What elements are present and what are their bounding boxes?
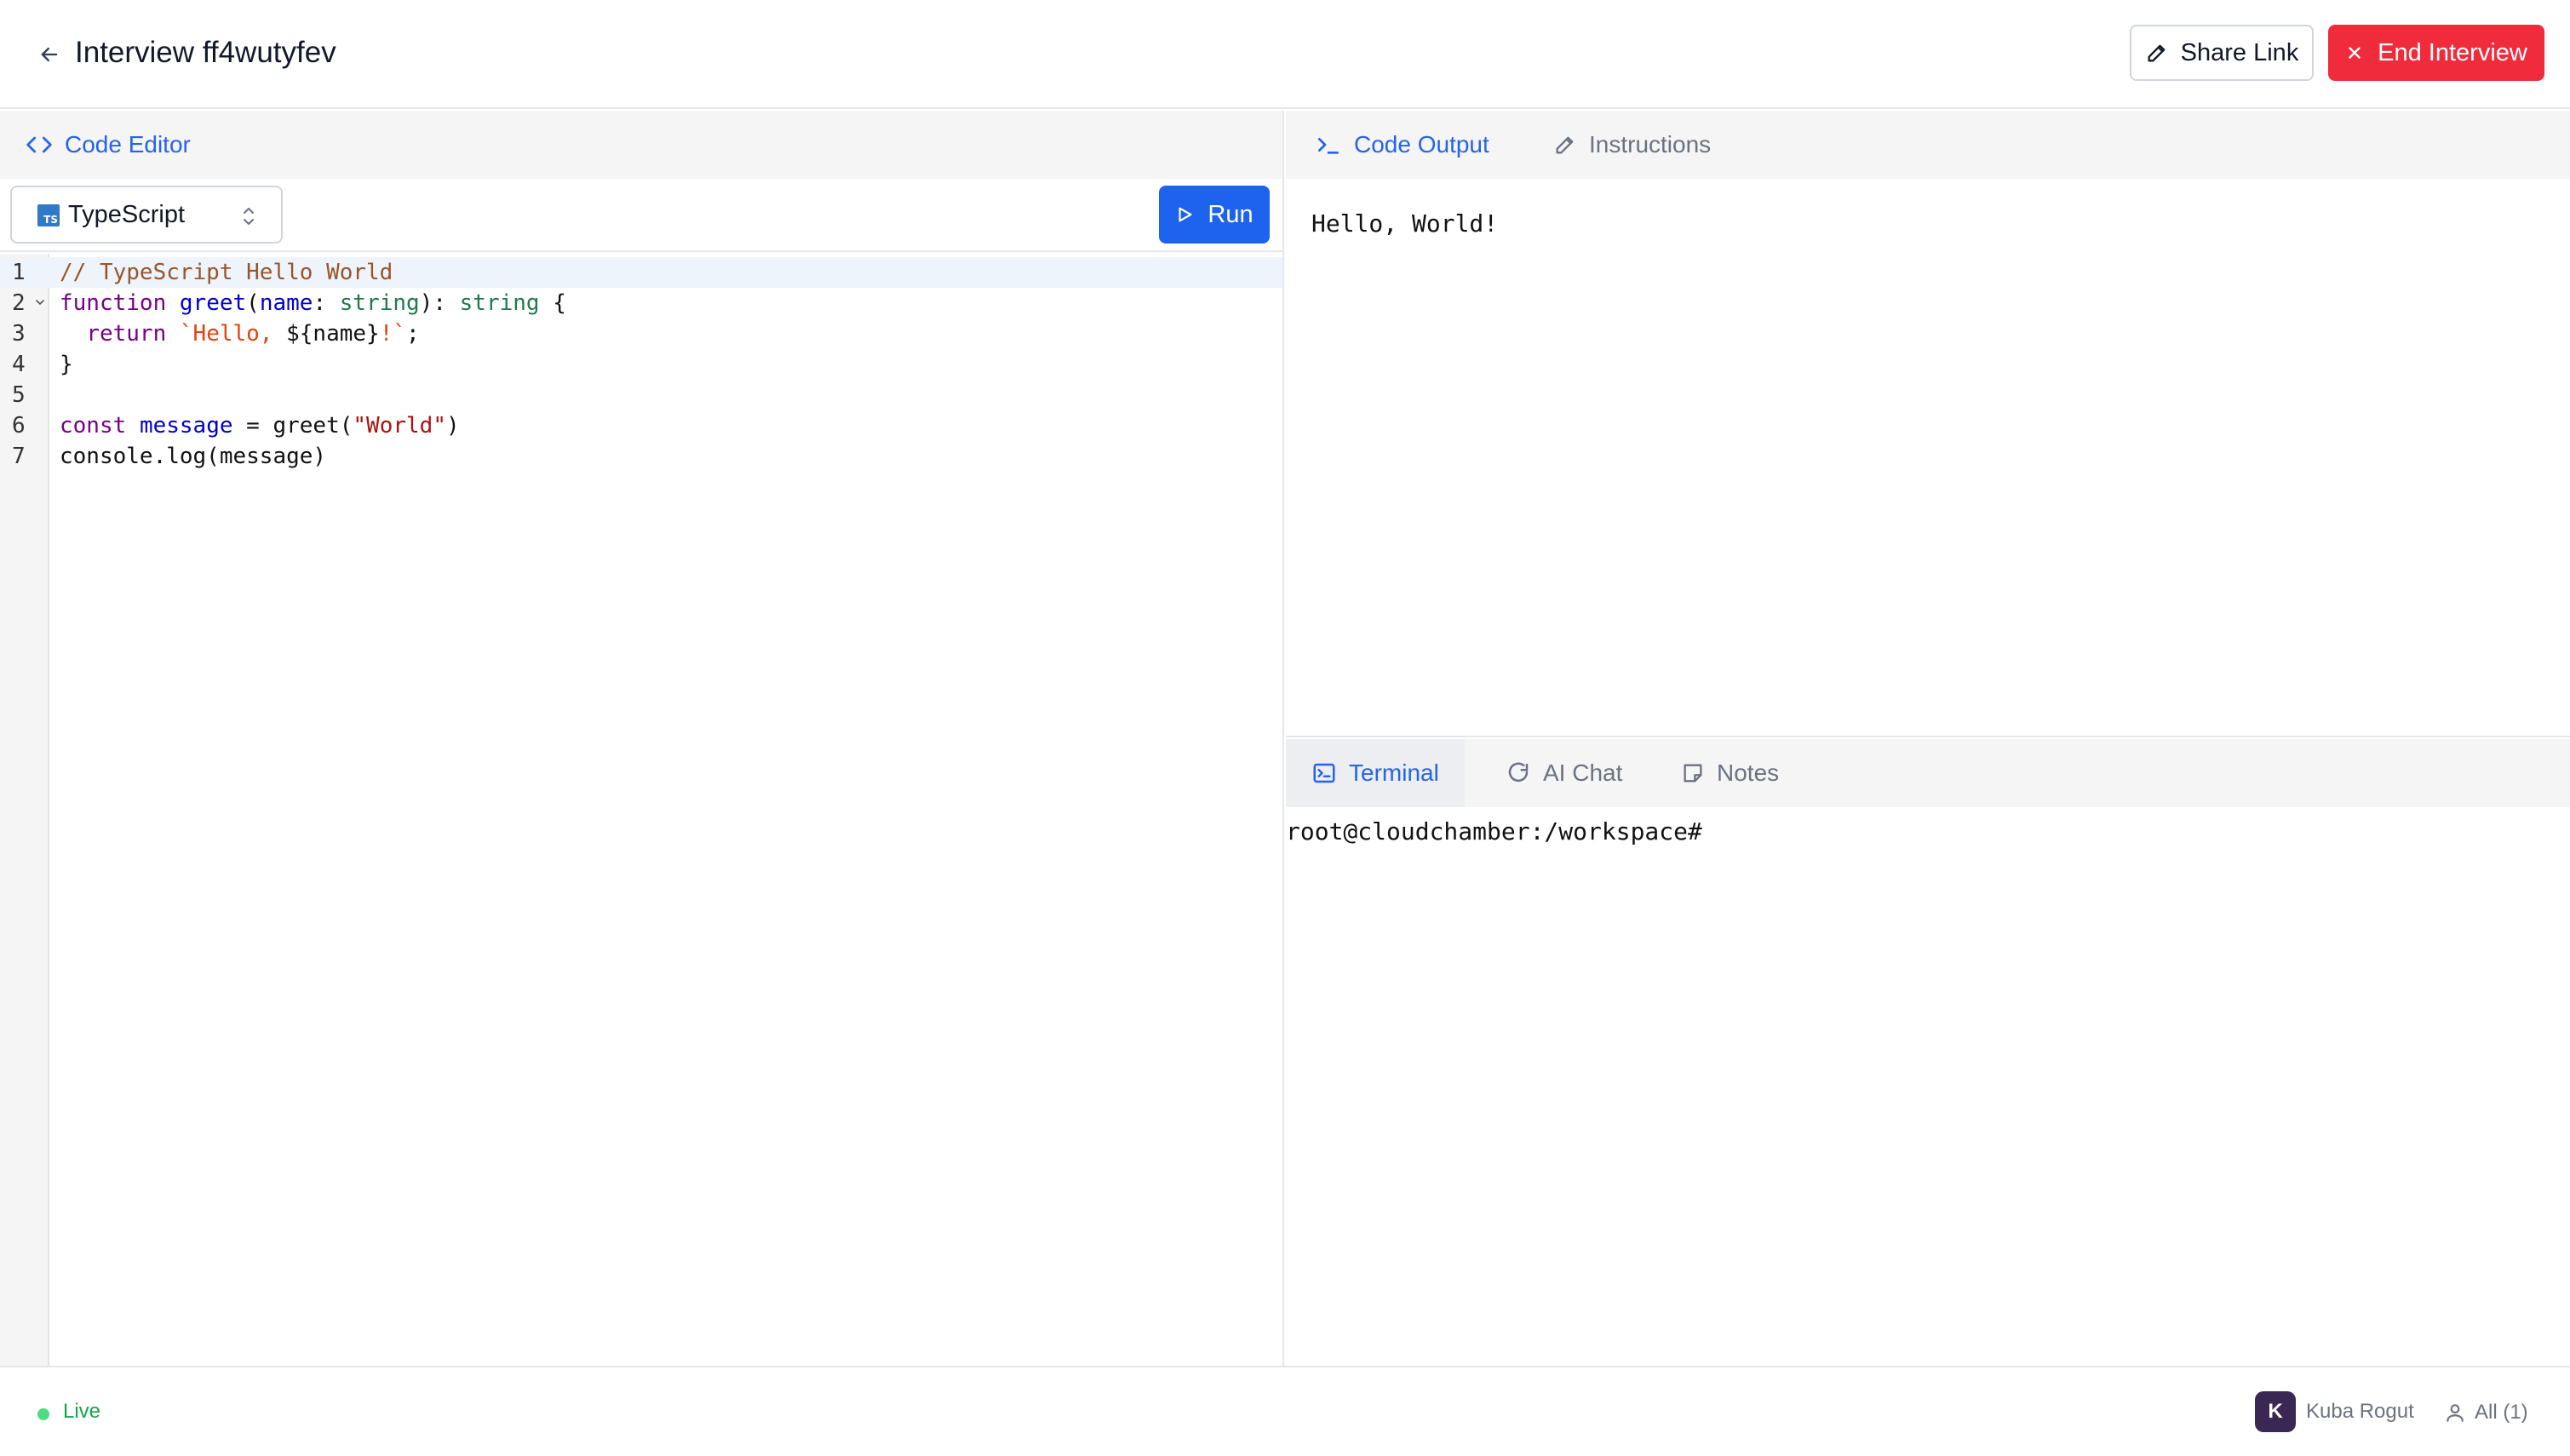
- code-line: 5: [0, 380, 1282, 410]
- code-token: {: [539, 290, 566, 316]
- code-token: "World": [353, 413, 446, 439]
- line-number: 4: [12, 352, 26, 377]
- code-line: 7 console.log(message): [0, 441, 1282, 472]
- language-select-value: TypeScript: [68, 201, 185, 228]
- tab-code-editor-label: Code Editor: [65, 131, 191, 158]
- code-token: `Hello,: [179, 321, 287, 347]
- sticky-note-icon: [1684, 764, 1702, 782]
- code-text: return `Hello, ${name}!`;: [60, 318, 420, 349]
- language-select[interactable]: TS TypeScript: [10, 186, 283, 244]
- terminal-panel[interactable]: root@cloudchamber:/workspace#: [1286, 807, 2570, 1366]
- tab-code-editor[interactable]: Code Editor: [22, 111, 194, 179]
- code-token: !`: [379, 321, 407, 347]
- code-token: message: [139, 413, 233, 439]
- code-token: const: [60, 413, 127, 439]
- live-indicator-icon: [37, 1408, 49, 1420]
- tab-notes[interactable]: Notes: [1678, 739, 1782, 807]
- terminal-prompt-icon: [1318, 138, 1339, 154]
- participants-button[interactable]: All (1): [2444, 1393, 2528, 1432]
- code-token: function: [60, 290, 167, 316]
- user-icon: [2447, 1404, 2464, 1422]
- line-number: 1: [12, 260, 26, 285]
- tab-terminal[interactable]: Terminal: [1286, 739, 1465, 807]
- run-label: Run: [1208, 200, 1253, 228]
- code-output-panel: Hello, World!: [1286, 179, 2570, 737]
- code-text: // TypeScript Hello World: [60, 257, 393, 288]
- end-interview-label: End Interview: [2378, 38, 2527, 66]
- editor-pane: Code Editor TS TypeScript Run 1 // TypeS…: [0, 111, 1284, 1366]
- share-link-label: Share Link: [2180, 38, 2299, 66]
- chat-refresh-icon: [1508, 762, 1529, 782]
- back-button[interactable]: [32, 37, 66, 72]
- line-number: 5: [12, 382, 26, 408]
- tab-notes-label: Notes: [1717, 760, 1780, 786]
- terminal-prompt: root@cloudchamber:/workspace#: [1286, 817, 1702, 846]
- code-text: }: [60, 352, 73, 377]
- play-icon: [1179, 207, 1192, 222]
- code-brackets-icon: [26, 136, 52, 153]
- code-token: :: [313, 290, 340, 316]
- terminal-square-icon: [1313, 763, 1335, 783]
- code-line: 3 return `Hello, ${name}!`;: [0, 318, 1282, 349]
- code-token: string: [459, 290, 540, 316]
- line-number: 6: [12, 413, 26, 439]
- editor-tab-bar: Code Editor: [0, 111, 1282, 179]
- end-interview-button[interactable]: End Interview: [2328, 25, 2544, 81]
- participants-label: All (1): [2475, 1401, 2528, 1424]
- pencil-icon: [1556, 136, 1574, 154]
- fold-chevron-icon[interactable]: [34, 296, 46, 308]
- code-text: function greet(name: string): string {: [60, 288, 566, 318]
- tab-terminal-label: Terminal: [1349, 760, 1439, 786]
- close-icon: [2349, 47, 2361, 59]
- code-editor[interactable]: 1 // TypeScript Hello World 2 function g…: [0, 254, 1282, 1366]
- code-token: greet: [179, 290, 247, 316]
- code-token: ;: [406, 321, 420, 347]
- tab-instructions[interactable]: Instructions: [1550, 111, 1714, 179]
- output-tab-bar: Code Output Instructions: [1286, 111, 2570, 179]
- line-number: 7: [12, 444, 26, 469]
- code-token: ):: [419, 290, 460, 316]
- chevron-up-down-icon: [244, 208, 254, 225]
- pencil-icon: [2148, 44, 2166, 62]
- code-token: // TypeScript Hello World: [60, 260, 393, 285]
- code-line: 2 function greet(name: string): string {: [0, 288, 1282, 318]
- code-token: ${name}: [286, 321, 380, 347]
- run-button[interactable]: Run: [1159, 186, 1270, 244]
- code-token: = greet(: [232, 413, 353, 439]
- code-token: ): [445, 413, 460, 439]
- page-title: Interview ff4wutyfev: [75, 36, 336, 69]
- typescript-icon: TS: [37, 204, 60, 226]
- bottom-tab-bar: Terminal AI Chat Notes: [1286, 739, 2570, 807]
- code-text: console.log(message): [60, 444, 327, 469]
- output-pane: Code Output Instructions Hello, World! T…: [1286, 111, 2570, 1366]
- code-token: name: [259, 290, 313, 316]
- code-text: const message = greet("World"): [60, 410, 460, 441]
- tab-ai-chat-label: AI Chat: [1543, 760, 1623, 786]
- code-line: 1 // TypeScript Hello World: [0, 257, 1282, 288]
- user-name: Kuba Rogut: [2306, 1400, 2414, 1423]
- code-line: 6 const message = greet("World"): [0, 410, 1282, 441]
- top-bar: Interview ff4wutyfev Share Link End Inte…: [0, 0, 2570, 109]
- avatar: K: [2255, 1391, 2296, 1432]
- arrow-left-icon: [41, 47, 58, 62]
- status-bar: Live K Kuba Rogut All (1): [0, 1366, 2570, 1456]
- tab-ai-chat[interactable]: AI Chat: [1502, 739, 1626, 807]
- tab-code-output[interactable]: Code Output: [1311, 111, 1493, 179]
- code-token: return: [86, 321, 167, 347]
- live-status: Live: [63, 1400, 101, 1423]
- share-link-button[interactable]: Share Link: [2130, 25, 2314, 81]
- code-token: string: [339, 290, 420, 316]
- output-text: Hello, World!: [1311, 209, 1499, 238]
- tab-instructions-label: Instructions: [1589, 131, 1712, 158]
- code-token: (: [246, 290, 260, 316]
- line-number: 3: [12, 321, 26, 347]
- tab-code-output-label: Code Output: [1354, 131, 1489, 158]
- code-line: 4 }: [0, 349, 1282, 380]
